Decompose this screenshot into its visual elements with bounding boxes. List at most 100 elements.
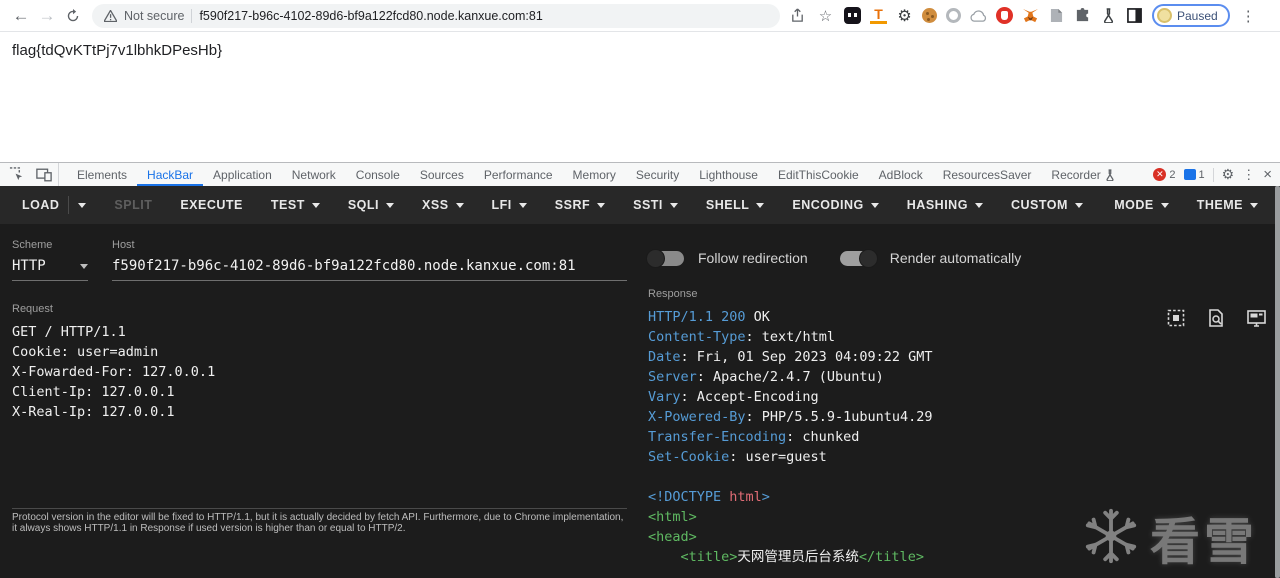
- split-button: SPLIT: [114, 198, 153, 212]
- flask-extension-icon[interactable]: [1100, 7, 1117, 24]
- follow-redirection-toggle[interactable]: Follow redirection: [646, 248, 808, 268]
- toggle-knob[interactable]: [646, 248, 665, 268]
- split-window-extension-icon[interactable]: [1126, 7, 1143, 24]
- test-button[interactable]: TEST: [257, 186, 334, 224]
- device-toolbar-icon[interactable]: [34, 166, 54, 184]
- tab-network[interactable]: Network: [282, 163, 346, 186]
- tab-sources[interactable]: Sources: [410, 163, 474, 186]
- toggle-track[interactable]: [646, 248, 684, 268]
- tab-editthiscookie[interactable]: EditThisCookie: [768, 163, 869, 186]
- error-icon: ✕: [1153, 168, 1167, 181]
- request-line[interactable]: Cookie: user=admin: [12, 342, 627, 362]
- address-bar[interactable]: Not secure f590f217-b96c-4102-89d6-bf9a1…: [92, 3, 780, 28]
- profile-paused-pill[interactable]: Paused: [1152, 4, 1230, 27]
- tab-application[interactable]: Application: [203, 163, 282, 186]
- chevron-down-icon: [1250, 202, 1258, 208]
- devtools-settings-gear-icon[interactable]: ⚙: [1222, 166, 1235, 183]
- bookmark-star-icon[interactable]: ☆: [816, 6, 835, 25]
- reload-button[interactable]: [60, 3, 86, 29]
- scheme-select[interactable]: HTTP: [12, 255, 88, 281]
- document-extension-icon[interactable]: [1048, 7, 1065, 24]
- devtools-close-icon[interactable]: ×: [1263, 166, 1272, 183]
- chevron-down-icon: [974, 202, 983, 208]
- execute-button[interactable]: EXECUTE: [166, 186, 257, 224]
- host-field: Host f590f217-b96c-4102-89d6-bf9a122fcd8…: [112, 239, 627, 281]
- inspect-element-icon[interactable]: [6, 166, 26, 184]
- profile-paused-label: Paused: [1177, 8, 1218, 23]
- chevron-down-icon: [386, 202, 395, 208]
- request-line[interactable]: X-Fowarded-For: 127.0.0.1: [12, 362, 627, 382]
- chevron-down-icon: [80, 263, 88, 269]
- console-errors-badge[interactable]: ✕ 2: [1153, 168, 1176, 181]
- devtools-tabs: Elements HackBar Application Network Console…: [67, 163, 1145, 186]
- adblock-hand-extension-icon[interactable]: [996, 7, 1013, 24]
- xss-button[interactable]: XSS: [408, 186, 478, 224]
- cloud-extension-icon[interactable]: [970, 7, 987, 24]
- lfi-button[interactable]: LFI: [478, 186, 541, 224]
- not-secure-warning-icon: [104, 9, 117, 22]
- host-input[interactable]: f590f217-b96c-4102-89d6-bf9a122fcd80.nod…: [112, 255, 627, 281]
- kanxue-watermark-text: 看雪: [1150, 514, 1258, 570]
- tab-lighthouse[interactable]: Lighthouse: [689, 163, 768, 186]
- console-messages-badge[interactable]: 1: [1183, 169, 1205, 181]
- response-line: Set-Cookie: user=guest: [648, 449, 827, 465]
- shell-button[interactable]: SHELL: [692, 186, 778, 224]
- tab-resourcessaver[interactable]: ResourcesSaver: [933, 163, 1042, 186]
- security-status-label[interactable]: Not secure: [124, 9, 184, 23]
- render-automatically-toggle[interactable]: Render automatically: [839, 248, 1021, 268]
- toggle-track[interactable]: [839, 248, 878, 268]
- toggle-knob[interactable]: [858, 248, 878, 268]
- devtools-menu-kebab-icon[interactable]: ⋮: [1242, 167, 1255, 183]
- back-button[interactable]: ←: [8, 3, 34, 29]
- encoding-button[interactable]: ENCODING: [778, 186, 892, 224]
- ssrf-button[interactable]: SSRF: [541, 186, 619, 224]
- load-button[interactable]: LOAD: [8, 186, 100, 224]
- tab-memory[interactable]: Memory: [563, 163, 626, 186]
- error-count: 2: [1169, 168, 1176, 181]
- request-column: Scheme HTTP Host f590f217-b96c-4102-89d6…: [12, 224, 627, 534]
- response-line: [648, 467, 1260, 487]
- hashing-button[interactable]: HASHING: [893, 186, 997, 224]
- puzzle-extension-icon[interactable]: [1074, 7, 1091, 24]
- preview-source-icon[interactable]: [1206, 308, 1226, 328]
- browser-toolbar: ← → Not secure f590f217-b96c-4102-89d6-b…: [0, 0, 1280, 32]
- render-in-browser-icon[interactable]: [1246, 308, 1266, 328]
- mode-button[interactable]: MODE: [1100, 186, 1183, 224]
- cookie-extension-icon[interactable]: [922, 8, 937, 23]
- scheme-value: HTTP: [12, 258, 46, 274]
- chevron-down-icon: [1074, 202, 1083, 208]
- request-editor[interactable]: GET / HTTP/1.1 Cookie: user=admin X-Foward…: [12, 322, 627, 422]
- tab-recorder[interactable]: Recorder: [1041, 163, 1124, 186]
- tab-security[interactable]: Security: [626, 163, 689, 186]
- chevron-down-icon: [870, 202, 879, 208]
- reload-icon: [67, 8, 79, 21]
- gear-extension-icon[interactable]: ⚙: [896, 7, 913, 25]
- tab-adblock[interactable]: AdBlock: [869, 163, 933, 186]
- request-line[interactable]: Client-Ip: 127.0.0.1: [12, 382, 627, 402]
- share-icon[interactable]: [788, 6, 807, 25]
- request-line[interactable]: GET / HTTP/1.1: [12, 322, 627, 342]
- tab-console[interactable]: Console: [346, 163, 410, 186]
- protocol-note: Protocol version in the editor will be f…: [12, 512, 624, 534]
- select-body-icon[interactable]: [1166, 308, 1186, 328]
- url-text[interactable]: f590f217-b96c-4102-89d6-bf9a122fcd80.nod…: [199, 9, 542, 23]
- response-line: Vary: Accept-Encoding: [648, 389, 819, 405]
- panel-scrollbar[interactable]: [1275, 186, 1280, 578]
- request-line[interactable]: X-Real-Ip: 127.0.0.1: [12, 402, 627, 422]
- browser-menu-kebab-icon[interactable]: ⋮: [1239, 6, 1258, 25]
- ring-extension-icon[interactable]: [946, 8, 961, 23]
- sqli-button[interactable]: SQLI: [334, 186, 408, 224]
- custom-button[interactable]: CUSTOM: [997, 186, 1097, 224]
- response-line: Server: Apache/2.4.7 (Ubuntu): [648, 369, 884, 385]
- flask-icon: [1106, 168, 1114, 181]
- ssti-button[interactable]: SSTI: [619, 186, 692, 224]
- tab-elements[interactable]: Elements: [67, 163, 137, 186]
- dark-reader-extension-icon[interactable]: [844, 7, 861, 24]
- tab-hackbar[interactable]: HackBar: [137, 163, 203, 186]
- metamask-fox-extension-icon[interactable]: [1022, 7, 1039, 24]
- forward-button[interactable]: →: [34, 3, 60, 29]
- theme-button[interactable]: THEME: [1183, 186, 1272, 224]
- orange-t-extension-icon[interactable]: T: [870, 7, 887, 24]
- response-line: Content-Type: text/html: [648, 329, 835, 345]
- tab-performance[interactable]: Performance: [474, 163, 563, 186]
